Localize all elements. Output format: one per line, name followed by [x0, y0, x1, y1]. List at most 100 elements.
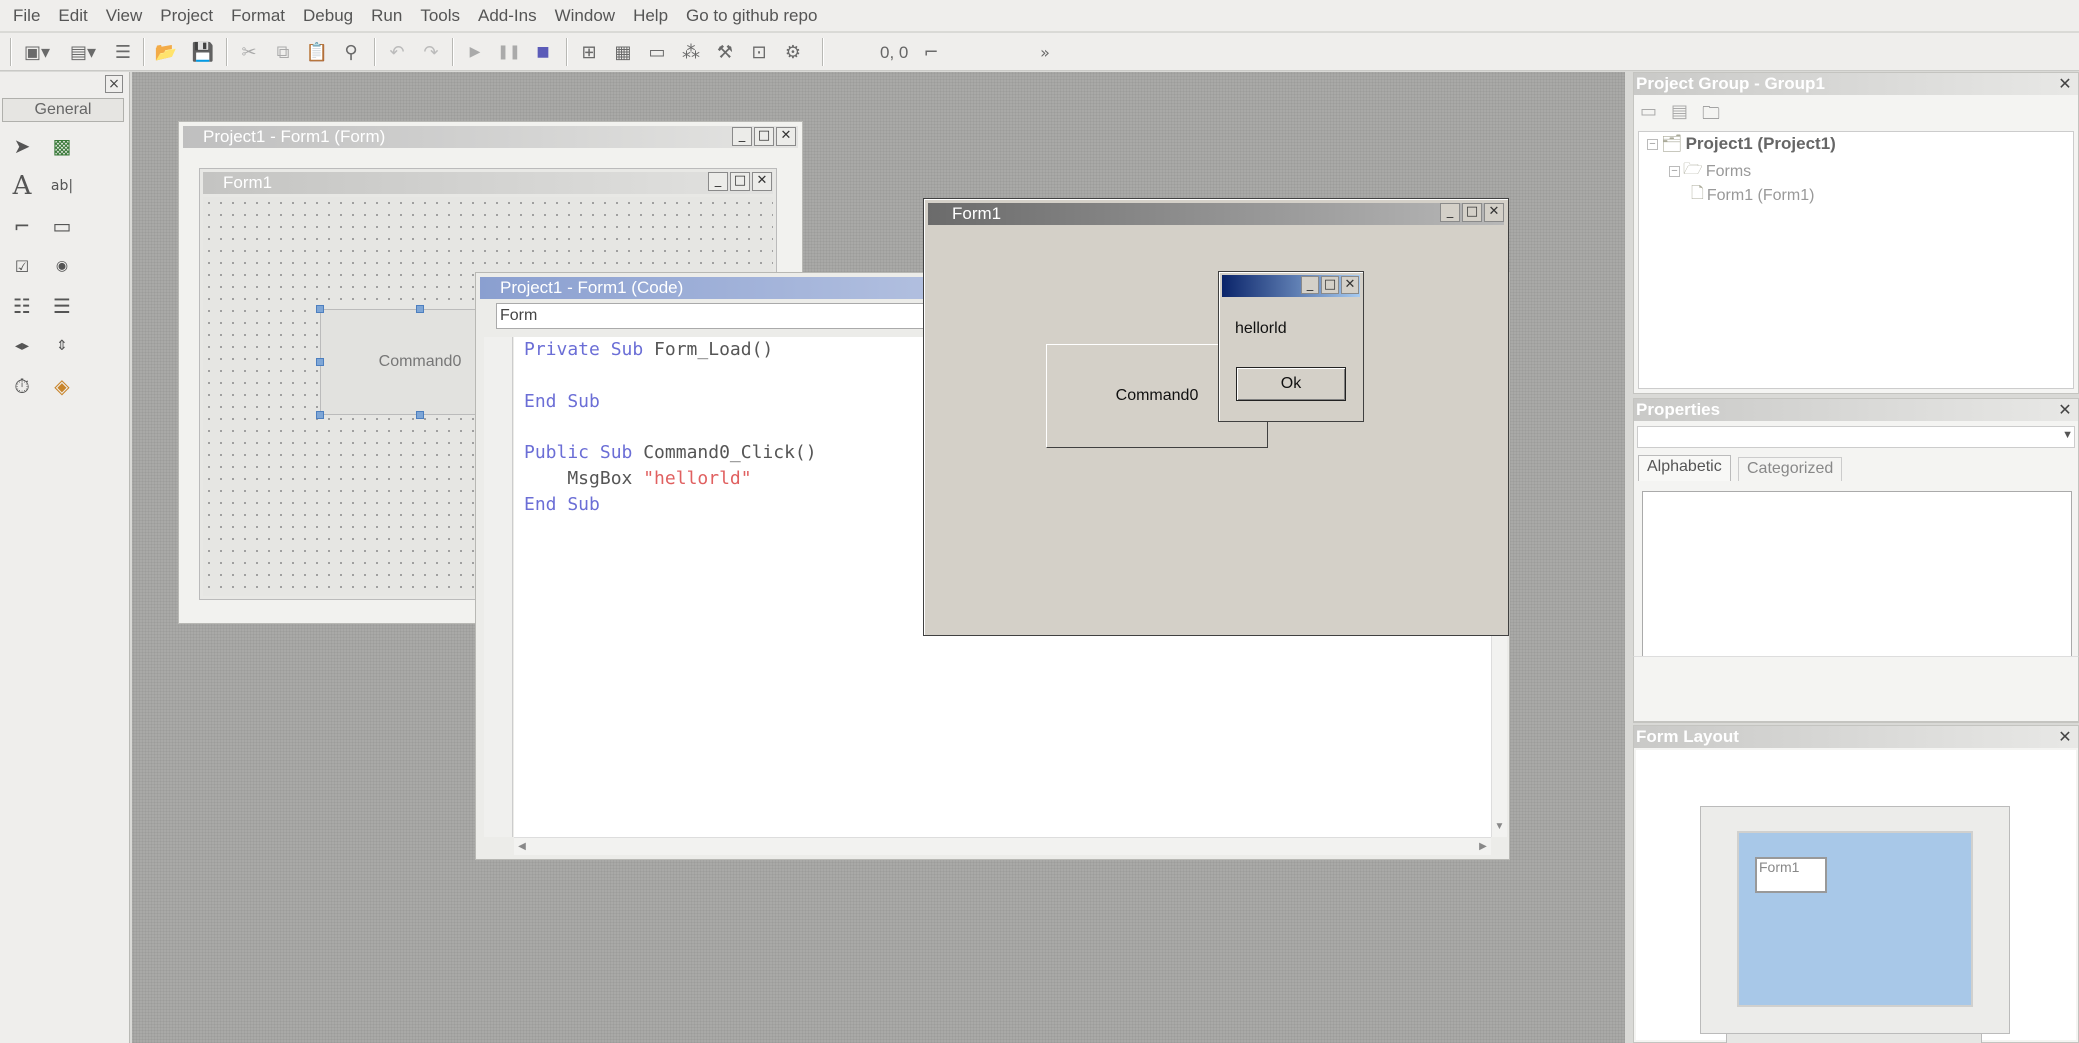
- minimize-icon[interactable]: _: [708, 172, 728, 191]
- toolbox-icon[interactable]: ⚒: [712, 39, 738, 65]
- toggle-folders-icon[interactable]: 🗀: [1702, 101, 1720, 131]
- redo-icon[interactable]: ↷: [418, 39, 444, 65]
- label-icon[interactable]: A: [6, 170, 38, 202]
- close-icon[interactable]: ×: [105, 75, 123, 93]
- menu-file[interactable]: File: [4, 6, 49, 26]
- textbox-icon[interactable]: ab|: [46, 170, 78, 202]
- close-icon[interactable]: ✕: [1341, 276, 1359, 294]
- menu-go-to-github-repo[interactable]: Go to github repo: [677, 6, 826, 26]
- hscrollbar-icon[interactable]: ◂▸: [6, 330, 38, 362]
- collapse-icon[interactable]: −: [1669, 166, 1680, 177]
- collapse-icon[interactable]: −: [1647, 138, 1658, 150]
- menu-editor-icon[interactable]: ☰: [110, 39, 136, 65]
- position-readout: 0, 0: [880, 43, 909, 62]
- properties-window-icon[interactable]: ▦: [610, 39, 636, 65]
- object-selector[interactable]: [1637, 426, 2075, 448]
- minimize-icon[interactable]: _: [1301, 276, 1319, 294]
- menu-edit[interactable]: Edit: [49, 6, 96, 26]
- undo-icon[interactable]: ↶: [384, 39, 410, 65]
- commandbutton-icon[interactable]: ▭: [46, 210, 78, 242]
- menu-window[interactable]: Window: [546, 6, 624, 26]
- scroll-right-icon[interactable]: ▶: [1475, 838, 1491, 855]
- cut-icon[interactable]: ✂: [236, 39, 262, 65]
- object-browser-icon[interactable]: ⁂: [678, 39, 704, 65]
- code-line[interactable]: Public Sub Command0_Click(): [524, 442, 817, 463]
- start-icon[interactable]: ▶: [462, 39, 488, 65]
- vscrollbar-icon[interactable]: ⇕: [46, 330, 78, 362]
- toolbar-grip[interactable]: [10, 38, 12, 66]
- code-line[interactable]: Private Sub Form_Load(): [524, 339, 773, 360]
- maximize-icon[interactable]: □: [1321, 276, 1339, 294]
- resize-handle[interactable]: [416, 305, 424, 313]
- resize-handle[interactable]: [316, 411, 324, 419]
- end-icon[interactable]: ■: [530, 39, 556, 65]
- code-line[interactable]: End Sub: [524, 391, 600, 412]
- pointer-icon[interactable]: ➤: [6, 130, 38, 162]
- project-explorer-icon[interactable]: ⊞: [576, 39, 602, 65]
- minimize-icon[interactable]: _: [732, 127, 752, 146]
- paste-icon[interactable]: 📋: [304, 39, 330, 65]
- menu-bar: File Edit View Project Format Debug Run Tools Ad…: [0, 0, 2079, 32]
- maximize-icon[interactable]: □: [754, 127, 774, 146]
- monitor-screen: Form1: [1737, 831, 1973, 1007]
- ok-button[interactable]: Ok: [1236, 367, 1346, 401]
- close-icon[interactable]: ✕: [752, 172, 772, 191]
- toolbar-overflow[interactable]: »: [1032, 39, 1058, 65]
- menu-add-ins[interactable]: Add-Ins: [469, 6, 546, 26]
- add-project-icon[interactable]: ▣▾: [20, 39, 54, 65]
- save-project-icon[interactable]: 💾: [190, 39, 216, 65]
- view-object-icon[interactable]: ▤: [1671, 101, 1688, 131]
- close-icon[interactable]: ✕: [2056, 728, 2074, 746]
- code-line[interactable]: MsgBox "hellorld": [524, 468, 751, 489]
- menu-help[interactable]: Help: [624, 6, 677, 26]
- resize-handle[interactable]: [416, 411, 424, 419]
- minimize-icon[interactable]: _: [1440, 203, 1460, 222]
- margin-indicator-bar[interactable]: [484, 337, 513, 837]
- optionbutton-icon[interactable]: ◉: [46, 250, 78, 282]
- close-icon[interactable]: ✕: [2056, 401, 2074, 419]
- component-manager-icon[interactable]: ⚙: [780, 39, 806, 65]
- project-explorer-pane: Project Group - Group1 ✕ ▭ ▤ 🗀 − 🗂 Project…: [1633, 72, 2079, 394]
- resize-handle[interactable]: [316, 305, 324, 313]
- combobox-icon[interactable]: ☷: [6, 290, 38, 322]
- drivelistbox-icon[interactable]: ◈: [46, 370, 78, 402]
- frame-icon[interactable]: ⌐: [6, 210, 38, 242]
- view-code-icon[interactable]: ▭: [1640, 101, 1657, 131]
- menu-view[interactable]: View: [97, 6, 152, 26]
- layout-form-preview[interactable]: Form1: [1755, 857, 1827, 893]
- menu-tools[interactable]: Tools: [411, 6, 469, 26]
- close-icon[interactable]: ✕: [776, 127, 796, 146]
- object-combo[interactable]: Form: [496, 303, 936, 329]
- menu-format[interactable]: Format: [222, 6, 294, 26]
- find-icon[interactable]: ⚲: [338, 39, 364, 65]
- chevron-down-icon[interactable]: ▼: [2062, 429, 2073, 441]
- resize-handle[interactable]: [316, 358, 324, 366]
- picturebox-icon[interactable]: ▩: [46, 130, 78, 162]
- listbox-icon[interactable]: ☰: [46, 290, 78, 322]
- close-icon[interactable]: ✕: [2056, 75, 2074, 93]
- scroll-down-icon[interactable]: ▼: [1492, 821, 1507, 837]
- menu-run[interactable]: Run: [362, 6, 411, 26]
- maximize-icon[interactable]: □: [730, 172, 750, 191]
- tree-node[interactable]: − 🗁 Forms: [1669, 158, 1751, 185]
- tab-categorized[interactable]: Categorized: [1738, 457, 1843, 481]
- tree-node[interactable]: − 🗂 Project1 (Project1): [1647, 134, 1836, 154]
- close-icon[interactable]: ✕: [1484, 203, 1504, 222]
- form-layout-icon[interactable]: ▭: [644, 39, 670, 65]
- checkbox-icon[interactable]: ☑: [6, 250, 38, 282]
- code-line[interactable]: End Sub: [524, 494, 600, 515]
- timer-icon[interactable]: ⏱: [6, 370, 38, 402]
- toolbox-tab-general[interactable]: General: [2, 98, 124, 122]
- data-view-icon[interactable]: ⊡: [746, 39, 772, 65]
- maximize-icon[interactable]: □: [1462, 203, 1482, 222]
- tree-node[interactable]: 🗋 Form1 (Form1): [1691, 182, 1814, 209]
- tab-alphabetic[interactable]: Alphabetic: [1638, 455, 1731, 481]
- break-icon[interactable]: ❚❚: [496, 39, 522, 65]
- open-project-icon[interactable]: 📂: [153, 39, 179, 65]
- add-form-icon[interactable]: ▤▾: [66, 39, 100, 65]
- menu-project[interactable]: Project: [151, 6, 222, 26]
- menu-debug[interactable]: Debug: [294, 6, 362, 26]
- scroll-left-icon[interactable]: ◀: [514, 838, 530, 855]
- copy-icon[interactable]: ⧉: [270, 39, 296, 65]
- horizontal-scrollbar[interactable]: ◀ ▶: [514, 837, 1491, 855]
